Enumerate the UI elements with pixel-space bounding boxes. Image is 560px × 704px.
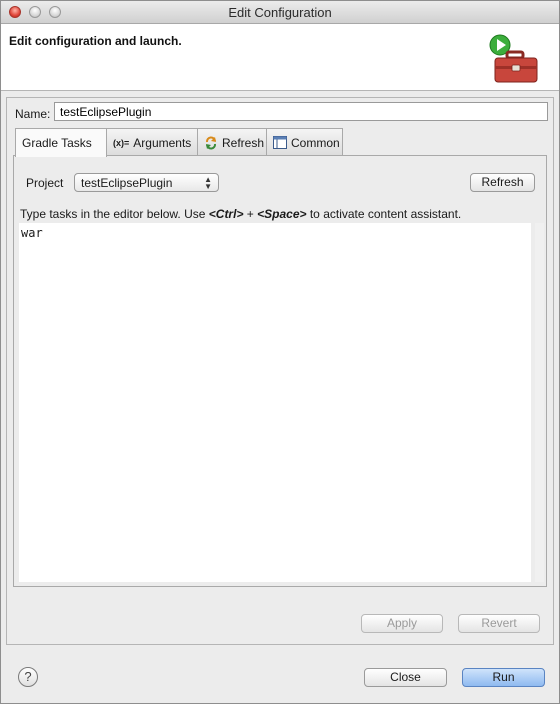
tab-gradle-tasks[interactable]: Gradle Tasks <box>15 128 107 157</box>
configuration-panel: Name: Gradle Tasks (x)= Arguments <box>6 97 554 645</box>
variable-icon: (x)= <box>113 137 130 148</box>
tasks-editor[interactable]: war <box>19 223 531 582</box>
close-button[interactable]: Close <box>364 668 447 687</box>
name-field[interactable] <box>54 102 548 121</box>
project-select[interactable]: testEclipsePlugin ▲ ▼ <box>74 173 219 192</box>
refresh-icon <box>204 136 218 150</box>
header-banner: Edit configuration and launch. <box>1 24 559 91</box>
editor-scrollbar[interactable] <box>535 223 544 582</box>
tab-common[interactable]: Common <box>266 128 343 156</box>
hint-plus: + <box>243 207 258 221</box>
tab-label: Refresh <box>222 135 265 150</box>
project-select-value: testEclipsePlugin <box>81 176 173 190</box>
common-icon <box>273 136 287 149</box>
hint-suffix: to activate content assistant. <box>306 207 462 221</box>
gradle-tasks-pane: Project testEclipsePlugin ▲ ▼ Refresh Typ… <box>13 155 547 587</box>
content-assist-hint: Type tasks in the editor below. Use <Ctr… <box>20 207 461 221</box>
tab-arguments[interactable]: (x)= Arguments <box>106 128 198 156</box>
title-bar: Edit Configuration <box>1 1 559 24</box>
window-title: Edit Configuration <box>228 5 332 20</box>
project-label: Project <box>26 176 64 190</box>
tab-refresh[interactable]: Refresh <box>197 128 267 156</box>
help-icon[interactable]: ? <box>18 667 38 687</box>
run-button[interactable]: Run <box>462 668 545 687</box>
name-label: Name: <box>15 107 51 121</box>
up-down-arrows-icon: ▲ ▼ <box>204 175 212 191</box>
revert-button[interactable]: Revert <box>458 614 540 633</box>
apply-button[interactable]: Apply <box>361 614 443 633</box>
edit-configuration-window: Edit Configuration Edit configuration an… <box>0 0 560 704</box>
tab-label: Common <box>291 135 340 150</box>
tab-label: Gradle Tasks <box>22 136 92 150</box>
banner-title: Edit configuration and launch. <box>9 34 182 48</box>
launch-toolbox-icon <box>487 32 547 86</box>
hint-prefix: Type tasks in the editor below. Use <box>20 207 209 221</box>
tab-label: Arguments <box>133 135 192 150</box>
refresh-button[interactable]: Refresh <box>470 173 535 192</box>
hint-key-ctrl: <Ctrl> <box>208 207 244 221</box>
hint-key-space: <Space> <box>257 207 307 221</box>
